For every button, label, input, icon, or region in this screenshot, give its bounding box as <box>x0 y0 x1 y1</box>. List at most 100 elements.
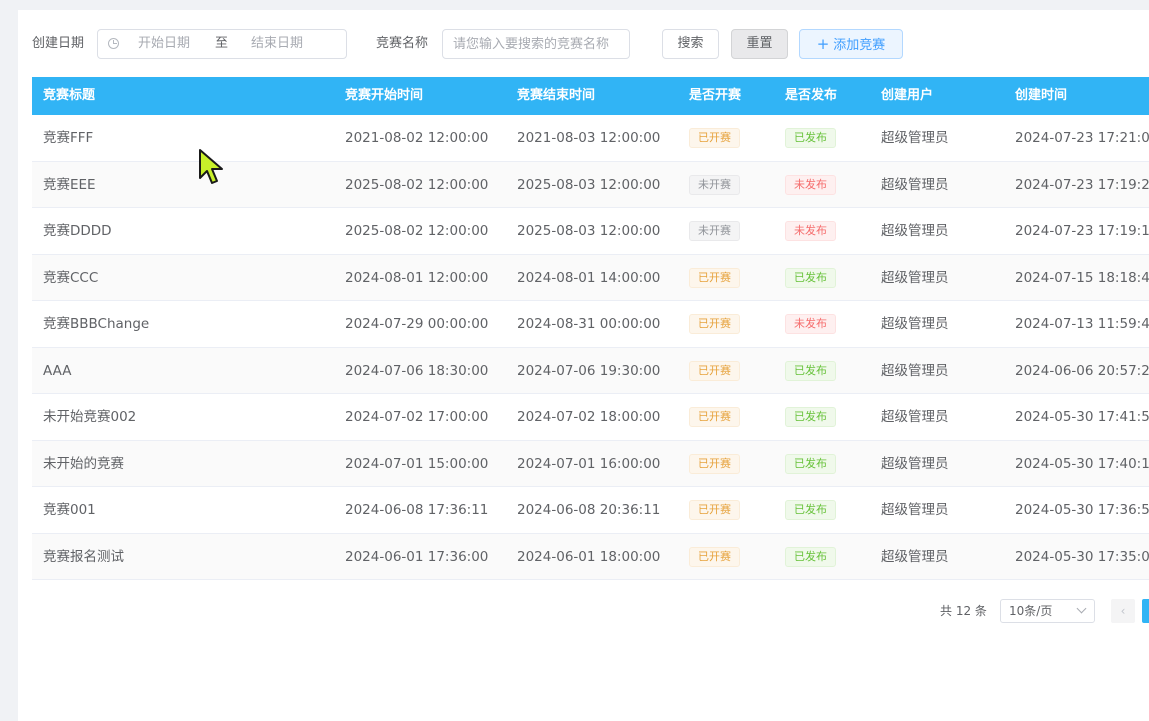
published-status-cell: 未发布 <box>785 208 836 254</box>
table-row[interactable]: 竞赛CCC 2024-08-01 12:00:00 2024-08-01 14:00… <box>32 254 1149 301</box>
started-status-cell: 已开赛 <box>689 255 740 301</box>
column-header: 创建时间 <box>1015 88 1068 103</box>
created-time-cell: 2024-07-15 18:18:45 <box>1015 269 1149 286</box>
end-time-cell: 2024-08-31 00:00:00 <box>517 316 661 332</box>
contest-title-cell: 竞赛DDDD <box>43 223 112 239</box>
published-status-cell: 未发布 <box>785 162 836 208</box>
start-time-cell: 2025-08-02 12:00:00 <box>345 223 489 239</box>
created-time-cell: 2024-07-13 11:59:46 <box>1015 316 1149 332</box>
status-badge: 已发布 <box>785 128 836 148</box>
end-time-cell: 2024-06-08 20:36:11 <box>517 502 661 518</box>
end-time-cell: 2025-08-03 12:00:00 <box>517 223 661 239</box>
plus-icon: + <box>816 35 830 53</box>
reset-button[interactable]: 重置 <box>731 29 788 59</box>
contest-title-cell: 竞赛CCC <box>43 269 99 286</box>
status-badge: 已发布 <box>785 360 836 381</box>
search-button[interactable]: 搜索 <box>662 29 719 59</box>
start-time-cell: 2024-07-06 18:30:00 <box>345 362 489 379</box>
end-date-input[interactable]: 结束日期 <box>251 30 303 58</box>
status-badge: 未开赛 <box>689 174 740 195</box>
column-header: 竞赛结束时间 <box>517 88 596 103</box>
contest-title-cell: 竞赛FFF <box>43 130 94 146</box>
page-number-current[interactable]: 1 <box>1142 599 1149 623</box>
page-container: 创建日期 开始日期 至 结束日期 竞赛名称 搜索 重置 +添加竞赛 竞赛标题竞赛… <box>18 10 1149 721</box>
chevron-down-icon <box>1076 603 1087 614</box>
filter-bar: 创建日期 开始日期 至 结束日期 竞赛名称 搜索 重置 +添加竞赛 <box>32 29 1142 59</box>
status-badge: 已开赛 <box>689 314 740 334</box>
creator-cell: 超级管理员 <box>881 548 949 565</box>
contest-name-input[interactable] <box>442 29 630 59</box>
status-badge: 已发布 <box>785 407 836 427</box>
published-status-cell: 已发布 <box>785 348 836 394</box>
total-count: 共 12 条 <box>940 604 987 618</box>
table-row[interactable]: AAA 2024-07-06 18:30:00 2024-07-06 19:30:0… <box>32 347 1149 394</box>
started-status-cell: 已开赛 <box>689 487 740 533</box>
range-separator: 至 <box>215 36 229 51</box>
table-row[interactable]: 竞赛BBBChange 2024-07-29 00:00:00 2024-08-31… <box>32 301 1149 348</box>
created-time-cell: 2024-07-23 17:21:02 <box>1015 130 1149 146</box>
contest-title-cell: 竞赛001 <box>43 502 96 518</box>
published-status-cell: 已发布 <box>785 534 836 580</box>
table-header: 竞赛标题 竞赛开始时间 竞赛结束时间 是否开赛 是否发布 创建用户 创建时间 <box>32 77 1149 115</box>
table-row[interactable]: 未开始竞赛002 2024-07-02 17:00:00 2024-07-02 18… <box>32 394 1149 441</box>
started-status-cell: 未开赛 <box>689 208 740 254</box>
created-time-cell: 2024-05-30 17:35:08 <box>1015 548 1149 565</box>
started-status-cell: 已开赛 <box>689 115 740 161</box>
status-badge: 未开赛 <box>689 221 740 241</box>
contest-name-label: 竞赛名称 <box>376 36 429 51</box>
started-status-cell: 已开赛 <box>689 394 740 440</box>
column-header: 是否发布 <box>785 88 838 103</box>
creator-cell: 超级管理员 <box>881 130 949 146</box>
column-header: 竞赛开始时间 <box>345 88 424 103</box>
page-size-value: 10条/页 <box>1009 604 1053 618</box>
started-status-cell: 未开赛 <box>689 162 740 208</box>
status-badge: 已开赛 <box>689 267 740 288</box>
start-time-cell: 2024-07-29 00:00:00 <box>345 316 489 332</box>
status-badge: 已发布 <box>785 453 836 474</box>
started-status-cell: 已开赛 <box>689 348 740 394</box>
table-row[interactable]: 竞赛DDDD 2025-08-02 12:00:00 2025-08-03 12:0… <box>32 208 1149 255</box>
mouse-pointer-icon <box>199 149 223 184</box>
add-contest-button[interactable]: + 添加竞赛 <box>799 29 903 59</box>
table-row[interactable]: 竞赛001 2024-06-08 17:36:11 2024-06-08 20:36… <box>32 487 1149 534</box>
status-badge: 已发布 <box>785 267 836 288</box>
creator-cell: 超级管理员 <box>881 269 949 286</box>
start-time-cell: 2025-08-02 12:00:00 <box>345 176 489 193</box>
start-time-cell: 2021-08-02 12:00:00 <box>345 130 489 146</box>
page-size-select[interactable]: 10条/页 <box>1000 599 1095 623</box>
creator-cell: 超级管理员 <box>881 502 949 518</box>
status-badge: 未发布 <box>785 221 836 241</box>
start-date-input[interactable]: 开始日期 <box>138 30 190 58</box>
date-range-picker[interactable]: 开始日期 至 结束日期 <box>97 29 347 59</box>
table-row[interactable]: 竞赛报名测试 2024-06-01 17:36:00 2024-06-01 18:0… <box>32 533 1149 580</box>
status-badge: 已开赛 <box>689 407 740 427</box>
status-badge: 已开赛 <box>689 128 740 148</box>
created-time-cell: 2024-07-23 17:19:28 <box>1015 176 1149 193</box>
clock-icon <box>108 38 119 49</box>
status-badge: 已发布 <box>785 500 836 520</box>
status-badge: 已发布 <box>785 546 836 567</box>
end-time-cell: 2024-08-01 14:00:00 <box>517 269 661 286</box>
table-row[interactable]: 未开始的竞赛 2024-07-01 15:00:00 2024-07-01 16:0… <box>32 440 1149 487</box>
creator-cell: 超级管理员 <box>881 223 949 239</box>
end-time-cell: 2025-08-03 12:00:00 <box>517 176 661 193</box>
add-contest-label: 添加竞赛 <box>833 38 886 53</box>
contest-title-cell: 竞赛报名测试 <box>43 548 124 565</box>
contest-title-cell: AAA <box>43 362 72 379</box>
end-time-cell: 2024-07-02 18:00:00 <box>517 409 661 425</box>
column-header: 创建用户 <box>881 88 934 103</box>
created-time-cell: 2024-05-30 17:40:18 <box>1015 455 1149 472</box>
created-time-cell: 2024-07-23 17:19:17 <box>1015 223 1149 239</box>
creator-cell: 超级管理员 <box>881 409 949 425</box>
column-header: 是否开赛 <box>689 88 742 103</box>
status-badge: 已开赛 <box>689 546 740 567</box>
creator-cell: 超级管理员 <box>881 176 949 193</box>
end-time-cell: 2024-07-06 19:30:00 <box>517 362 661 379</box>
end-time-cell: 2021-08-03 12:00:00 <box>517 130 661 146</box>
created-time-cell: 2024-05-30 17:36:52 <box>1015 502 1149 518</box>
published-status-cell: 未发布 <box>785 301 836 347</box>
published-status-cell: 已发布 <box>785 255 836 301</box>
contest-title-cell: 未开始的竞赛 <box>43 455 124 472</box>
creator-cell: 超级管理员 <box>881 362 949 379</box>
prev-page-button[interactable]: ‹ <box>1111 599 1135 623</box>
